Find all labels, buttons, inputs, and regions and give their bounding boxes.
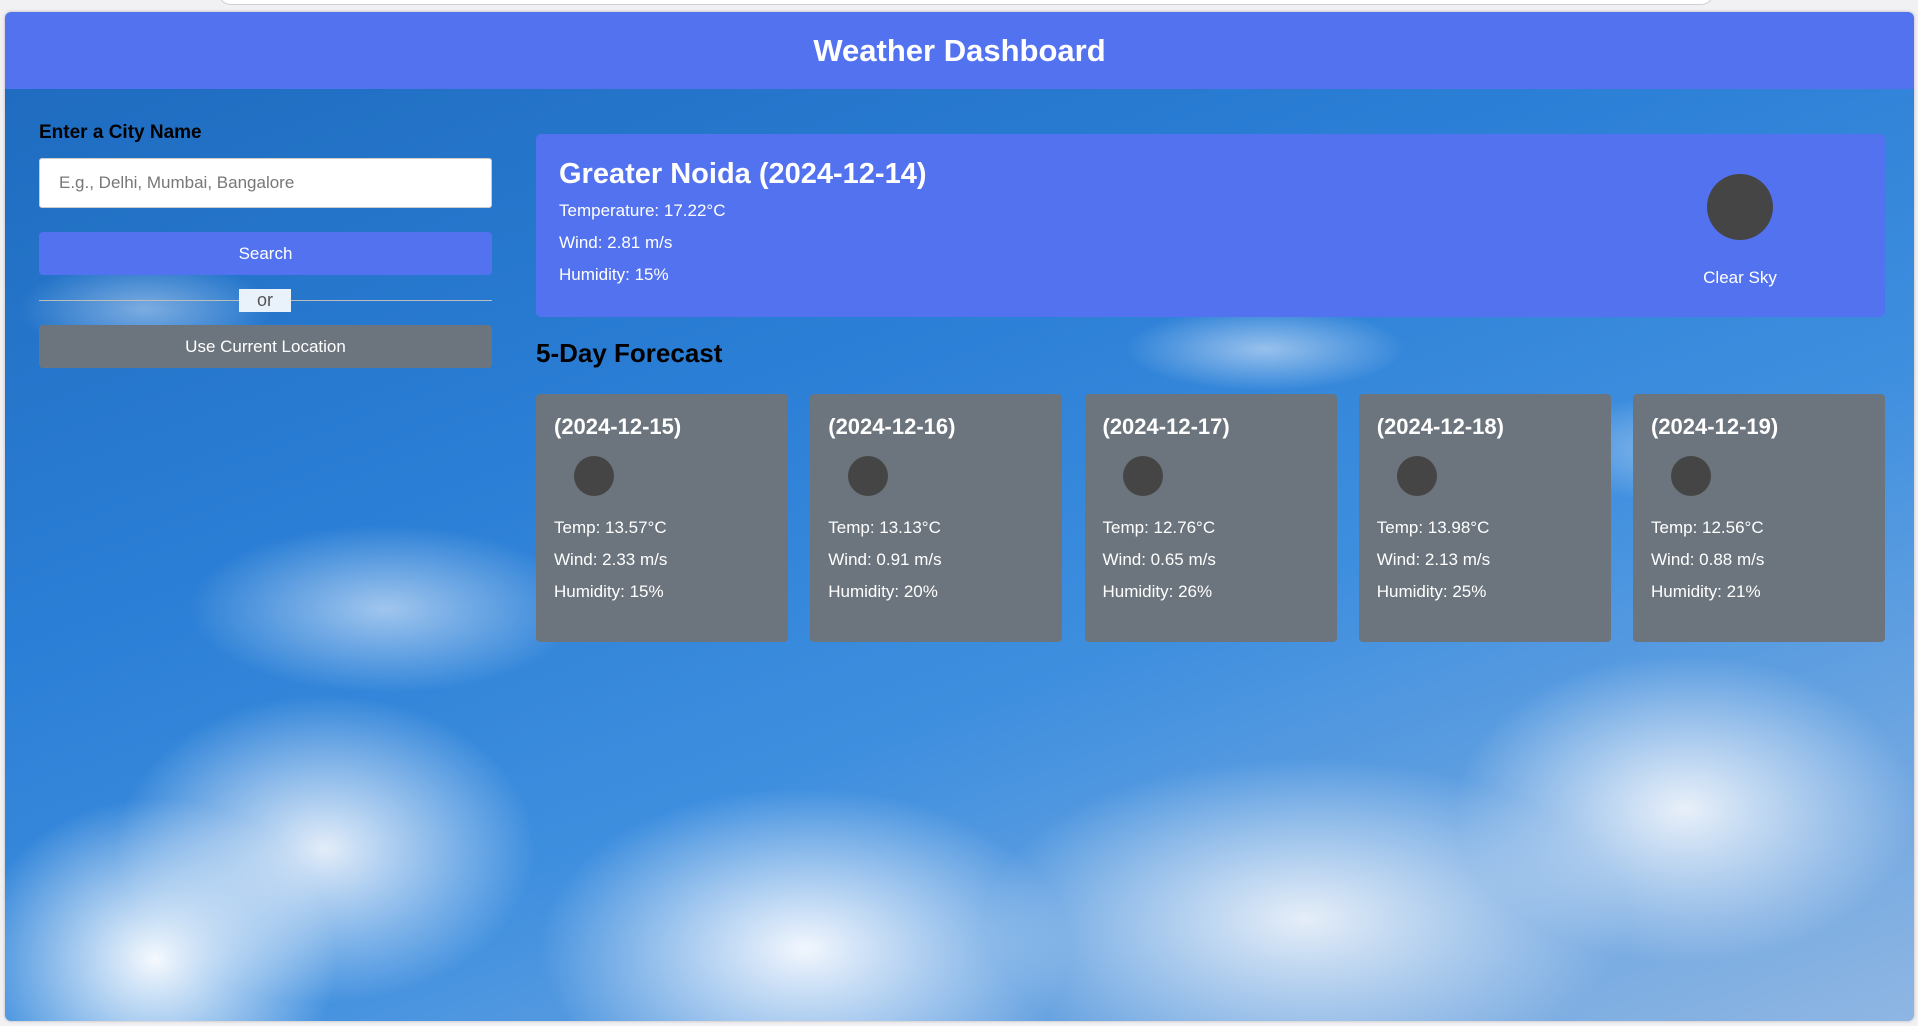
current-wind: Wind: 2.81 m/s <box>559 233 673 252</box>
forecast-title: 5-Day Forecast <box>536 338 723 368</box>
current-city-date: Greater Noida (2024-12-14) <box>559 158 927 190</box>
separator-label: or <box>239 289 291 312</box>
forecast-cards: (2024-12-15) Temp: 13.57°C Wind: 2.33 m/… <box>536 394 1885 642</box>
forecast-card: (2024-12-17) Temp: 12.76°C Wind: 0.65 m/… <box>1084 394 1337 642</box>
weather-icon <box>1707 174 1773 240</box>
forecast-temp: Temp: 13.57°C <box>554 518 667 537</box>
use-current-location-button[interactable]: Use Current Location <box>39 325 492 368</box>
current-weather-icon-group: Clear Sky <box>1680 174 1800 288</box>
forecast-date: (2024-12-19) <box>1651 414 1779 439</box>
forecast-card: (2024-12-16) Temp: 13.13°C Wind: 0.91 m/… <box>810 394 1063 642</box>
weather-icon <box>1122 456 1163 496</box>
forecast-wind: Wind: 0.91 m/s <box>828 550 942 569</box>
page-title: Weather Dashboard <box>813 32 1106 68</box>
forecast-wind: Wind: 0.88 m/s <box>1651 550 1765 569</box>
forecast-date: (2024-12-16) <box>828 414 956 439</box>
forecast-humidity: Humidity: 25% <box>1376 582 1487 601</box>
forecast-humidity: Humidity: 21% <box>1651 582 1761 601</box>
browser-address-bar-edge <box>218 0 1714 5</box>
forecast-card: (2024-12-18) Temp: 13.98°C Wind: 2.13 m/… <box>1358 394 1611 642</box>
weather-app: Weather Dashboard Enter a City Name Sear… <box>5 12 1914 1021</box>
forecast-wind: Wind: 2.13 m/s <box>1376 550 1491 569</box>
forecast-card: (2024-12-15) Temp: 13.57°C Wind: 2.33 m/… <box>536 394 788 642</box>
current-temperature: Temperature: 17.22°C <box>559 201 726 220</box>
forecast-wind: Wind: 0.65 m/s <box>1102 550 1216 569</box>
forecast-humidity: Humidity: 20% <box>828 582 938 601</box>
forecast-wind: Wind: 2.33 m/s <box>554 550 668 569</box>
forecast-humidity: Humidity: 26% <box>1102 582 1213 601</box>
city-input-label: Enter a City Name <box>39 122 202 143</box>
current-humidity: Humidity: 15% <box>559 265 669 284</box>
forecast-date: (2024-12-18) <box>1376 414 1504 439</box>
forecast-card: (2024-12-19) Temp: 12.56°C Wind: 0.88 m/… <box>1633 394 1885 642</box>
app-header: Weather Dashboard <box>5 12 1914 89</box>
search-panel: Enter a City Name Search or Use Current … <box>39 122 492 368</box>
forecast-temp: Temp: 12.56°C <box>1651 518 1764 537</box>
forecast-temp: Temp: 13.98°C <box>1376 518 1490 537</box>
current-weather-details: Greater Noida (2024-12-14) Temperature: … <box>559 158 927 297</box>
weather-icon <box>1671 456 1711 496</box>
or-separator: or <box>39 289 492 312</box>
forecast-humidity: Humidity: 15% <box>554 582 664 601</box>
weather-icon <box>1396 456 1437 496</box>
weather-icon <box>848 456 889 496</box>
city-input[interactable] <box>39 158 492 208</box>
forecast-temp: Temp: 13.13°C <box>828 518 941 537</box>
forecast-date: (2024-12-17) <box>1102 414 1230 439</box>
weather-description: Clear Sky <box>1703 268 1777 287</box>
weather-icon <box>574 456 614 496</box>
current-weather-card: Greater Noida (2024-12-14) Temperature: … <box>536 134 1885 317</box>
forecast-date: (2024-12-15) <box>554 414 682 439</box>
forecast-temp: Temp: 12.76°C <box>1102 518 1216 537</box>
search-button[interactable]: Search <box>39 232 492 275</box>
